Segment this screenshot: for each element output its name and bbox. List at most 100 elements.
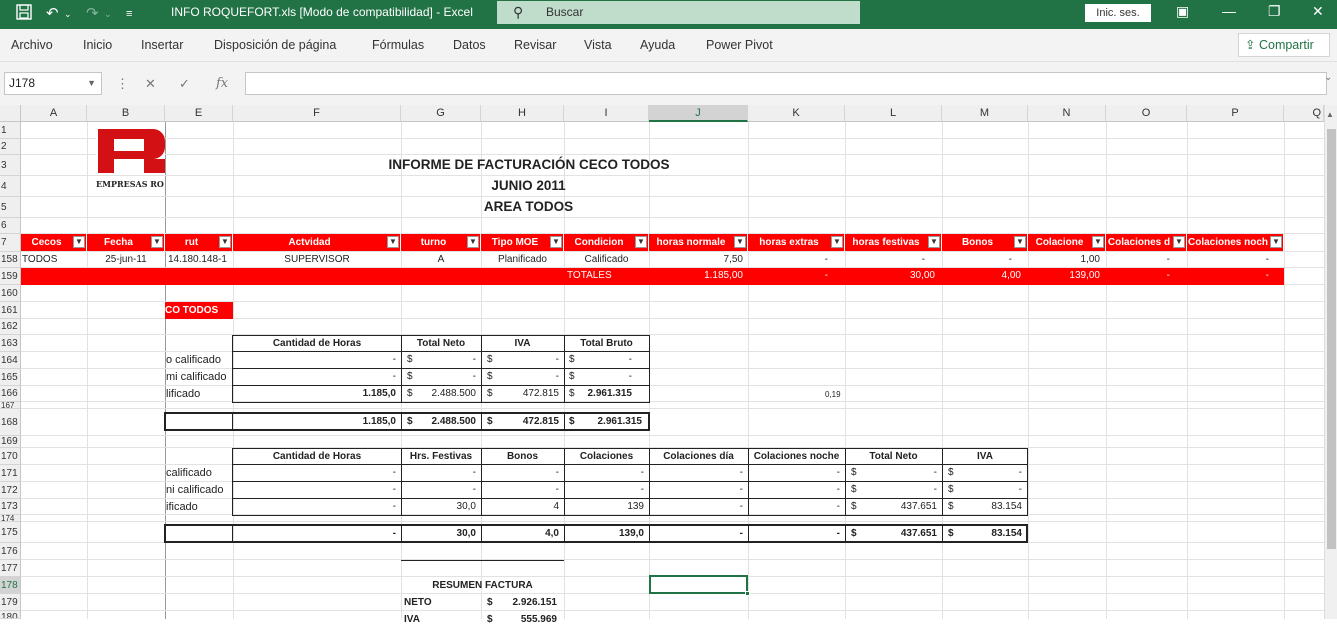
col-header-b[interactable]: B (87, 105, 165, 122)
tab-power-pivot[interactable]: Power Pivot (706, 38, 773, 52)
col-header-e[interactable]: E (165, 105, 233, 122)
customize-toolbar-icon[interactable]: ≡ (126, 4, 132, 24)
row-header[interactable]: 1 (0, 122, 21, 139)
chevron-down-icon[interactable]: ▼ (87, 73, 96, 94)
worksheet-grid[interactable]: A B E F G H I J K L M N O P Q 1 2 3 4 5 … (0, 105, 1337, 625)
tab-insertar[interactable]: Insertar (141, 38, 183, 52)
selected-cell[interactable] (649, 575, 748, 594)
minimize-icon[interactable]: — (1222, 3, 1236, 19)
row-header[interactable]: 7 (0, 234, 21, 252)
row-header[interactable]: 178 (0, 577, 21, 594)
tab-inicio[interactable]: Inicio (83, 38, 112, 52)
col-header-p[interactable]: P (1187, 105, 1284, 122)
filter-icon[interactable]: ▼ (831, 236, 843, 248)
row-header[interactable]: 171 (0, 465, 21, 482)
header-condicion[interactable]: Condicion ▼ (564, 234, 649, 251)
row-header[interactable]: 167 (0, 402, 21, 409)
tab-ayuda[interactable]: Ayuda (640, 38, 675, 52)
header-colaciones-noche[interactable]: Colaciones noch ▼ (1187, 234, 1284, 251)
row-header[interactable]: 164 (0, 352, 21, 369)
row-header[interactable]: 170 (0, 448, 21, 465)
header-colaciones[interactable]: Colacione ▼ (1028, 234, 1106, 251)
tab-archivo[interactable]: Archivo (11, 38, 53, 52)
row-header[interactable]: 174 (0, 515, 21, 522)
row-header[interactable]: 175 (0, 522, 21, 543)
col-header-h[interactable]: H (481, 105, 564, 122)
row-header[interactable]: 163 (0, 335, 21, 352)
header-turno[interactable]: turno ▼ (401, 234, 481, 251)
row-header[interactable]: 169 (0, 436, 21, 448)
header-horas-festivas[interactable]: horas festivas ▼ (845, 234, 942, 251)
undo-icon[interactable]: ↶ (46, 4, 59, 24)
sign-in-button[interactable]: Inic. ses. (1085, 4, 1151, 22)
formula-input[interactable] (245, 72, 1327, 95)
restore-icon[interactable]: ❐ (1268, 3, 1281, 20)
header-horas-normales[interactable]: horas normale ▼ (649, 234, 748, 251)
vertical-scrollbar[interactable]: ▲ (1324, 105, 1337, 619)
filter-icon[interactable]: ▼ (635, 236, 647, 248)
row-header[interactable]: 162 (0, 319, 21, 335)
filter-icon[interactable]: ▼ (387, 236, 399, 248)
filter-icon[interactable]: ▼ (73, 236, 85, 248)
row-header[interactable]: 158 (0, 252, 21, 268)
row-header[interactable]: 4 (0, 176, 21, 197)
row-header[interactable]: 166 (0, 386, 21, 402)
col-header-q[interactable]: Q (1284, 105, 1324, 122)
insert-function-icon[interactable]: fx (216, 76, 228, 91)
header-bonos[interactable]: Bonos ▼ (942, 234, 1028, 251)
row-header[interactable]: 165 (0, 369, 21, 386)
redo-icon[interactable]: ↷ (86, 4, 99, 24)
filter-icon[interactable]: ▼ (1014, 236, 1026, 248)
filter-icon[interactable]: ▼ (928, 236, 940, 248)
col-header-o[interactable]: O (1106, 105, 1187, 122)
filter-icon[interactable]: ▼ (1270, 236, 1282, 248)
header-rut[interactable]: rut ▼ (165, 234, 233, 251)
col-header-g[interactable]: G (401, 105, 481, 122)
row-header[interactable]: 2 (0, 139, 21, 155)
ribbon-display-icon[interactable]: ▣ (1176, 3, 1189, 20)
row-header[interactable]: 168 (0, 409, 21, 436)
row-header[interactable]: 161 (0, 302, 21, 319)
expand-formula-icon[interactable]: ⌄ (1324, 72, 1332, 83)
row-header[interactable]: 159 (0, 268, 21, 285)
header-tipo-moe[interactable]: Tipo MOE ▼ (481, 234, 564, 251)
save-icon[interactable] (16, 4, 32, 24)
tab-datos[interactable]: Datos (453, 38, 486, 52)
row-header[interactable]: 160 (0, 285, 21, 302)
tab-disposicion[interactable]: Disposición de página (214, 38, 336, 52)
select-all-corner[interactable] (0, 105, 21, 122)
filter-icon[interactable]: ▼ (1173, 236, 1185, 248)
row-header[interactable]: 179 (0, 594, 21, 611)
col-header-k[interactable]: K (748, 105, 845, 122)
name-box[interactable]: J178 ▼ (4, 72, 102, 95)
tab-revisar[interactable]: Revisar (514, 38, 556, 52)
col-header-i[interactable]: I (564, 105, 649, 122)
search-box[interactable]: ⚲ Buscar (497, 1, 860, 24)
undo-dropdown-icon[interactable]: ⌄ (64, 4, 72, 24)
row-header[interactable]: 176 (0, 543, 21, 560)
col-header-f[interactable]: F (233, 105, 401, 122)
filter-icon[interactable]: ▼ (219, 236, 231, 248)
cancel-icon[interactable]: ✕ (145, 76, 156, 92)
row-header[interactable]: 5 (0, 197, 21, 218)
fill-handle[interactable] (745, 591, 750, 596)
redo-dropdown-icon[interactable]: ⌄ (104, 4, 112, 24)
row-header[interactable]: 172 (0, 482, 21, 499)
header-fecha[interactable]: Fecha ▼ (87, 234, 165, 251)
col-header-n[interactable]: N (1028, 105, 1106, 122)
col-header-a[interactable]: A (21, 105, 87, 122)
header-horas-extras[interactable]: horas extras ▼ (748, 234, 845, 251)
row-header[interactable]: 173 (0, 499, 21, 515)
scrollbar-thumb[interactable] (1327, 129, 1336, 549)
filter-icon[interactable]: ▼ (151, 236, 163, 248)
tab-formulas[interactable]: Fórmulas (372, 38, 424, 52)
col-header-j[interactable]: J (649, 105, 748, 122)
filter-icon[interactable]: ▼ (467, 236, 479, 248)
enter-icon[interactable]: ✓ (179, 76, 190, 92)
filter-icon[interactable]: ▼ (734, 236, 746, 248)
close-icon[interactable]: ✕ (1312, 3, 1324, 20)
scroll-up-icon[interactable]: ▲ (1326, 110, 1334, 119)
row-header[interactable]: 177 (0, 560, 21, 577)
row-header[interactable]: 6 (0, 218, 21, 234)
tab-vista[interactable]: Vista (584, 38, 612, 52)
